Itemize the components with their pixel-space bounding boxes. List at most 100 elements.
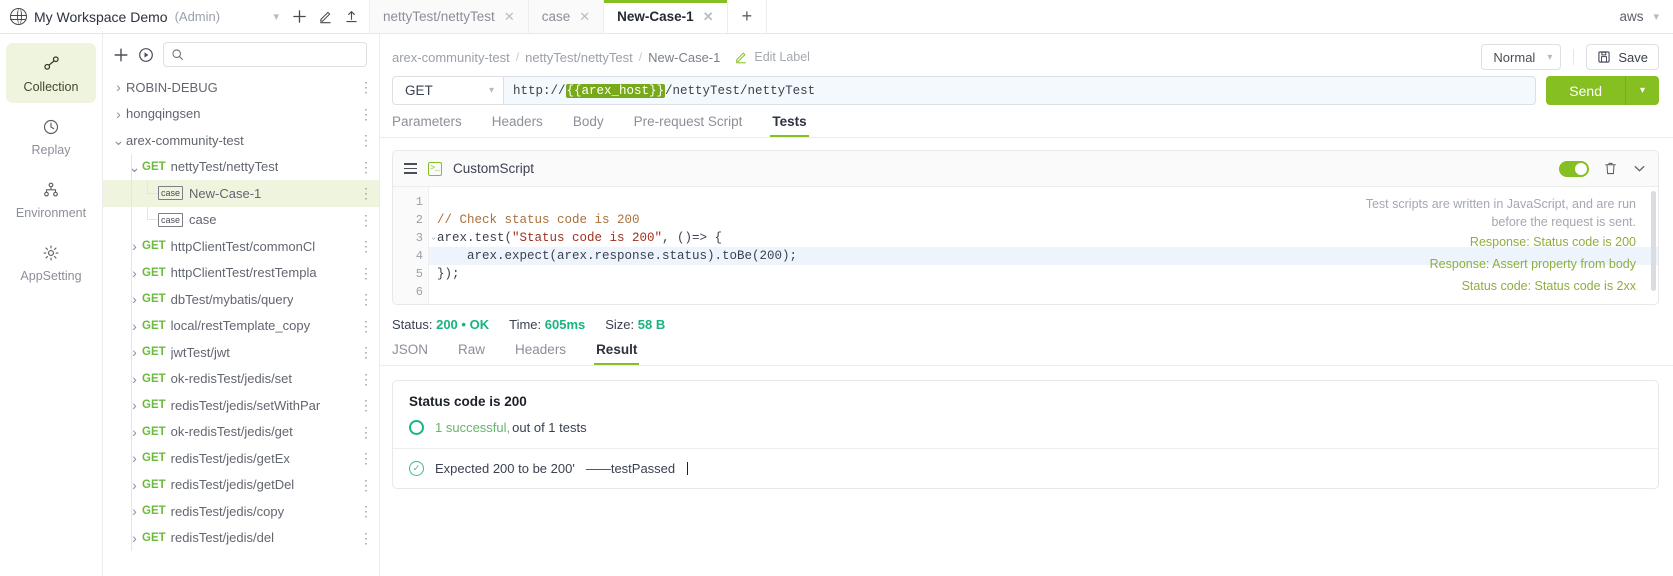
more-options-icon[interactable]: ⋮ bbox=[353, 372, 373, 386]
tab-parameters[interactable]: Parameters bbox=[392, 114, 462, 137]
more-options-icon[interactable]: ⋮ bbox=[353, 266, 373, 280]
more-options-icon[interactable]: ⋮ bbox=[353, 292, 373, 306]
tree-item[interactable]: › GET ok-redisTest/jedis/set ⋮ bbox=[103, 365, 379, 392]
chevron-right-icon[interactable]: › bbox=[127, 344, 142, 360]
pencil-icon[interactable] bbox=[316, 9, 335, 24]
play-circle-icon[interactable] bbox=[138, 47, 154, 63]
save-button[interactable]: Save bbox=[1586, 44, 1659, 70]
editor-scrollbar[interactable] bbox=[1651, 191, 1656, 291]
more-options-icon[interactable]: ⋮ bbox=[353, 345, 373, 359]
chevron-right-icon[interactable]: › bbox=[127, 318, 142, 334]
editor-tab[interactable]: case ✕ bbox=[528, 0, 605, 33]
tree-item[interactable]: › GET httpClientTest/restTempla ⋮ bbox=[103, 259, 379, 286]
search-field[interactable] bbox=[190, 46, 359, 63]
more-options-icon[interactable]: ⋮ bbox=[353, 531, 373, 545]
chevron-down-icon[interactable]: ⌄ bbox=[111, 133, 126, 147]
tab-response-headers[interactable]: Headers bbox=[515, 342, 566, 365]
sidebar-item-appsetting[interactable]: AppSetting bbox=[6, 232, 96, 292]
more-options-icon[interactable]: ⋮ bbox=[353, 425, 373, 439]
close-icon[interactable]: ✕ bbox=[579, 9, 590, 25]
close-icon[interactable]: ✕ bbox=[703, 9, 714, 25]
chevron-down-icon[interactable] bbox=[1632, 161, 1647, 176]
tree-item[interactable]: › GET redisTest/jedis/setWithPar ⋮ bbox=[103, 392, 379, 419]
close-icon[interactable]: ✕ bbox=[504, 9, 515, 25]
account-area[interactable]: aws ▾ bbox=[1605, 0, 1673, 33]
mode-selector[interactable]: Normal ▾ bbox=[1481, 44, 1562, 70]
tree-item[interactable]: › hongqingsen ⋮ bbox=[103, 101, 379, 128]
more-options-icon[interactable]: ⋮ bbox=[353, 319, 373, 333]
editor-tab[interactable]: nettyTest/nettyTest ✕ bbox=[370, 0, 529, 33]
sidebar-item-environment[interactable]: Environment bbox=[6, 169, 96, 229]
tab-body[interactable]: Body bbox=[573, 114, 604, 137]
tree-item[interactable]: › GET redisTest/jedis/getEx ⋮ bbox=[103, 445, 379, 472]
chevron-right-icon[interactable]: › bbox=[111, 79, 126, 95]
sidebar-item-collection[interactable]: Collection bbox=[6, 43, 96, 103]
tab-raw[interactable]: Raw bbox=[458, 342, 485, 365]
tree-item[interactable]: › GET jwtTest/jwt ⋮ bbox=[103, 339, 379, 366]
hint-link[interactable]: Response: Assert property from body bbox=[1358, 253, 1636, 275]
tree-item[interactable]: ⌄ arex-community-test ⋮ bbox=[103, 127, 379, 154]
editor-tab-active[interactable]: New-Case-1 ✕ bbox=[604, 0, 728, 33]
chevron-right-icon[interactable]: › bbox=[127, 238, 142, 254]
chevron-right-icon[interactable]: › bbox=[127, 424, 142, 440]
chevron-right-icon[interactable]: › bbox=[127, 265, 142, 281]
tree-item[interactable]: › GET local/restTemplate_copy ⋮ bbox=[103, 312, 379, 339]
chevron-right-icon[interactable]: › bbox=[111, 106, 126, 122]
more-options-icon[interactable]: ⋮ bbox=[353, 451, 373, 465]
tree-item[interactable]: › GET dbTest/mybatis/query ⋮ bbox=[103, 286, 379, 313]
chevron-right-icon[interactable]: › bbox=[127, 371, 142, 387]
hint-link[interactable]: Response: Status code is 200 bbox=[1358, 231, 1636, 253]
tab-pre-request-script[interactable]: Pre-request Script bbox=[634, 114, 743, 137]
send-button[interactable]: Send bbox=[1546, 76, 1625, 105]
chevron-down-icon[interactable]: ▾ bbox=[1653, 10, 1659, 23]
more-options-icon[interactable]: ⋮ bbox=[353, 239, 373, 253]
chevron-right-icon[interactable]: › bbox=[127, 477, 142, 493]
chevron-right-icon[interactable]: › bbox=[127, 397, 142, 413]
send-dropdown-button[interactable]: ▾ bbox=[1625, 76, 1659, 105]
chevron-right-icon[interactable]: › bbox=[127, 291, 142, 307]
tree-item[interactable]: › GET redisTest/jedis/del ⋮ bbox=[103, 524, 379, 551]
method-selector[interactable]: GET ▾ bbox=[392, 76, 504, 105]
tab-tests[interactable]: Tests bbox=[770, 114, 809, 137]
trash-icon[interactable] bbox=[1603, 161, 1618, 176]
tree-item[interactable]: › GET ok-redisTest/jedis/get ⋮ bbox=[103, 418, 379, 445]
tree-item[interactable]: › GET redisTest/jedis/copy ⋮ bbox=[103, 498, 379, 525]
script-editor[interactable]: 1 2 3 ⌄ 4 5 6 // Check status code is 200 arex.… bbox=[393, 187, 1658, 304]
sidebar-item-replay[interactable]: Replay bbox=[6, 106, 96, 166]
more-options-icon[interactable]: ⋮ bbox=[353, 160, 373, 174]
more-options-icon[interactable]: ⋮ bbox=[353, 504, 373, 518]
add-collection-button[interactable] bbox=[113, 47, 129, 63]
breadcrumb-item[interactable]: nettyTest/nettyTest bbox=[525, 50, 633, 65]
enable-toggle[interactable] bbox=[1559, 160, 1589, 177]
more-options-icon[interactable]: ⋮ bbox=[353, 478, 373, 492]
tree-item[interactable]: › GET redisTest/jedis/getDel ⋮ bbox=[103, 471, 379, 498]
hint-link[interactable]: Status code: Status code is 2xx bbox=[1358, 275, 1636, 297]
more-options-icon[interactable]: ⋮ bbox=[353, 133, 373, 147]
workspace-selector[interactable]: My Workspace Demo (Admin) ▾ bbox=[0, 0, 370, 33]
tab-headers[interactable]: Headers bbox=[492, 114, 543, 137]
more-options-icon[interactable]: ⋮ bbox=[353, 213, 373, 227]
more-options-icon[interactable]: ⋮ bbox=[353, 186, 373, 200]
url-input[interactable]: http://{{arex_host}}/nettyTest/nettyTest bbox=[504, 76, 1537, 105]
add-workspace-button[interactable] bbox=[290, 9, 309, 24]
tree-item[interactable]: case New-Case-1 ⋮ bbox=[103, 180, 379, 207]
more-options-icon[interactable]: ⋮ bbox=[353, 107, 373, 121]
chevron-right-icon[interactable]: › bbox=[127, 503, 142, 519]
chevron-right-icon[interactable]: › bbox=[127, 530, 142, 546]
tree-item[interactable]: › GET httpClientTest/commonCl ⋮ bbox=[103, 233, 379, 260]
new-tab-button[interactable]: + bbox=[727, 0, 768, 33]
breadcrumb-item[interactable]: arex-community-test bbox=[392, 50, 510, 65]
chevron-right-icon[interactable]: › bbox=[127, 450, 142, 466]
search-input[interactable] bbox=[163, 42, 367, 67]
chevron-down-icon[interactable]: ▾ bbox=[269, 10, 283, 23]
more-options-icon[interactable]: ⋮ bbox=[353, 80, 373, 94]
tree-item[interactable]: case case ⋮ bbox=[103, 206, 379, 233]
tab-result[interactable]: Result bbox=[594, 342, 640, 365]
edit-label-button[interactable]: Edit Label bbox=[734, 50, 810, 64]
upload-icon[interactable] bbox=[342, 9, 361, 24]
hamburger-icon[interactable] bbox=[404, 163, 417, 174]
tree-item[interactable]: › ROBIN-DEBUG ⋮ bbox=[103, 74, 379, 101]
tab-json[interactable]: JSON bbox=[392, 342, 428, 365]
chevron-down-icon[interactable]: ⌄ bbox=[127, 160, 142, 174]
tree-item[interactable]: ⌄ GET nettyTest/nettyTest ⋮ bbox=[103, 153, 379, 180]
